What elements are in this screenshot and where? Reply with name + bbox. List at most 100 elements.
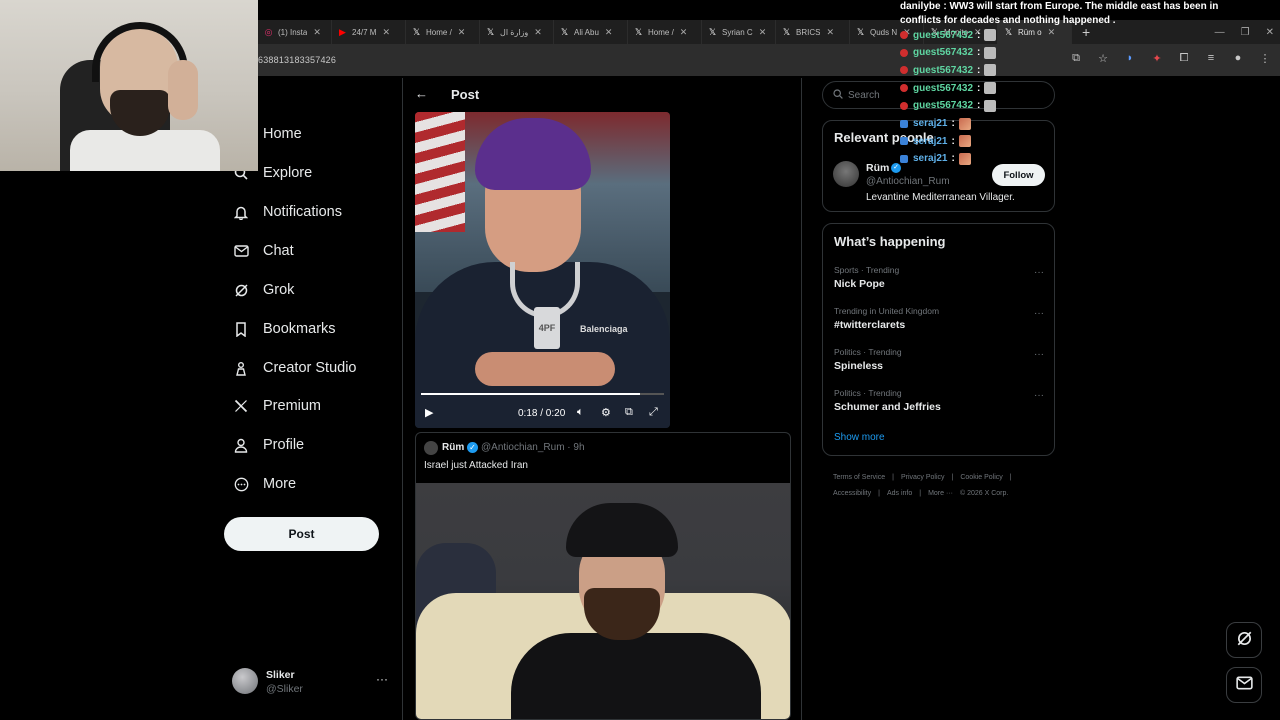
- messages-floating-button[interactable]: [1226, 667, 1262, 703]
- close-tab-icon[interactable]: ✕: [382, 27, 390, 38]
- tab-title: Home /: [648, 27, 674, 37]
- quoted-post[interactable]: Rüm ✓ @Antiochian_Rum · 9h Israel just A…: [415, 432, 791, 720]
- cast-icon[interactable]: ⧉: [1069, 52, 1083, 65]
- video-progress-bar[interactable]: [421, 393, 664, 395]
- extension-audio-icon[interactable]: ◗: [1123, 52, 1137, 65]
- nav-label-premium: Premium: [263, 398, 322, 414]
- close-tab-icon[interactable]: ✕: [313, 27, 321, 38]
- chat-emote-icon: [984, 82, 997, 95]
- back-arrow-icon[interactable]: ←: [415, 86, 428, 101]
- nav-item-bookmarks[interactable]: Bookmarks: [224, 314, 336, 344]
- quote-author-handle[interactable]: @Antiochian_Rum · 9h: [481, 442, 585, 453]
- browser-tab[interactable]: 𝕏 وزارة ال ✕: [480, 20, 554, 44]
- relevant-person-name[interactable]: Rüm: [866, 162, 889, 174]
- trend-item[interactable]: Politics · Trending Spineless ···: [834, 347, 1044, 383]
- close-window-icon[interactable]: ✕: [1266, 27, 1274, 38]
- account-switcher[interactable]: Sliker @Sliker ···: [230, 668, 390, 698]
- relevant-person-handle[interactable]: @Antiochian_Rum: [866, 176, 950, 187]
- trend-item[interactable]: Sports · Trending Nick Pope ···: [834, 265, 1044, 301]
- chat-username[interactable]: seraj21: [913, 118, 947, 129]
- chat-username[interactable]: guest567432: [913, 83, 973, 94]
- trend-item[interactable]: Trending in United Kingdom #twitterclare…: [834, 306, 1044, 342]
- nav-item-profile[interactable]: Profile: [224, 430, 304, 460]
- browser-tab[interactable]: ▶ 24/7 M ✕: [332, 20, 406, 44]
- restore-icon[interactable]: ❐: [1241, 27, 1250, 38]
- video-time: 0:18 / 0:20: [518, 408, 566, 419]
- quote-avatar[interactable]: [424, 441, 438, 455]
- chat-username[interactable]: guest567432: [913, 100, 973, 111]
- play-icon[interactable]: ▶: [425, 406, 433, 419]
- footer-copyright: © 2026 X Corp.: [959, 490, 1009, 497]
- close-tab-icon[interactable]: ✕: [759, 27, 767, 38]
- close-tab-icon[interactable]: ✕: [605, 27, 613, 38]
- footer-link[interactable]: Terms of Service: [833, 474, 885, 481]
- nav-item-creator-studio[interactable]: Creator Studio: [224, 353, 357, 383]
- instagram-icon: ◎: [264, 26, 273, 37]
- post-button[interactable]: Post: [224, 517, 379, 551]
- more-horizontal-icon[interactable]: ···: [1034, 390, 1044, 401]
- chat-username[interactable]: guest567432: [913, 47, 973, 58]
- footer-link[interactable]: Cookie Policy: [960, 474, 1002, 481]
- profile-avatar-icon[interactable]: ●: [1231, 52, 1245, 65]
- tab-search-icon[interactable]: ≡: [1204, 52, 1218, 65]
- browser-tab[interactable]: 𝕏 Ali Abu ✕: [554, 20, 628, 44]
- chat-message: guest567432:: [900, 99, 997, 113]
- account-name: Sliker: [266, 669, 295, 681]
- show-more-link[interactable]: Show more: [834, 432, 885, 443]
- fullscreen-icon[interactable]: ⤢: [649, 406, 658, 419]
- url-text[interactable]: 638813183357426: [258, 55, 336, 65]
- more-horizontal-icon[interactable]: ···: [376, 672, 388, 686]
- chat-username[interactable]: seraj21: [913, 153, 947, 164]
- nav-item-more[interactable]: More: [224, 469, 296, 499]
- more-horizontal-icon[interactable]: ···: [1034, 349, 1044, 360]
- volume-icon[interactable]: 🔈︎: [577, 406, 584, 419]
- chat-username[interactable]: seraj21: [913, 136, 947, 147]
- close-tab-icon[interactable]: ✕: [458, 27, 466, 38]
- mail-icon: [232, 242, 250, 260]
- quote-author-name[interactable]: Rüm: [442, 442, 464, 453]
- video-player[interactable]: 4PF Balenciaga ▶ 0:18 / 0:20 🔈︎ ⚙ ⧉ ⤢: [415, 112, 670, 428]
- trend-item[interactable]: Politics · Trending Schumer and Jeffries…: [834, 388, 1044, 424]
- chat-colon: :: [977, 29, 981, 41]
- minimize-icon[interactable]: —: [1215, 27, 1225, 38]
- footer-link[interactable]: More ···: [928, 490, 953, 497]
- quote-image[interactable]: [416, 483, 790, 719]
- nav-item-chat[interactable]: Chat: [224, 236, 294, 266]
- webcam-overlay: [0, 0, 258, 171]
- trend-meta: Politics · Trending: [834, 347, 902, 357]
- browser-tab[interactable]: 𝕏 Syrian C ✕: [702, 20, 776, 44]
- close-tab-icon[interactable]: ✕: [534, 27, 542, 38]
- settings-icon[interactable]: ⚙: [601, 406, 611, 419]
- footer-link[interactable]: Privacy Policy: [901, 474, 945, 481]
- follow-button[interactable]: Follow: [992, 164, 1045, 186]
- close-tab-icon[interactable]: ✕: [680, 27, 688, 38]
- chat-username[interactable]: guest567432: [913, 65, 973, 76]
- extensions-puzzle-icon[interactable]: ⧠: [1177, 52, 1191, 65]
- close-tab-icon[interactable]: ✕: [1048, 27, 1056, 38]
- nav-item-premium[interactable]: Premium: [224, 391, 321, 421]
- chat-colon: :: [977, 100, 981, 112]
- nav-item-notifications[interactable]: Notifications: [224, 197, 342, 227]
- chat-username[interactable]: guest567432: [913, 30, 973, 41]
- avatar[interactable]: [833, 161, 859, 187]
- footer-link[interactable]: Accessibility: [833, 490, 871, 497]
- browser-tab[interactable]: 𝕏 Home / ✕: [628, 20, 702, 44]
- browser-tab[interactable]: 𝕏 Home / ✕: [406, 20, 480, 44]
- x-icon: 𝕏: [486, 26, 495, 37]
- picture-in-picture-icon[interactable]: ⧉: [625, 406, 633, 419]
- x-logo-icon: [232, 397, 250, 415]
- more-horizontal-icon[interactable]: ···: [1034, 308, 1044, 319]
- close-tab-icon[interactable]: ✕: [826, 27, 834, 38]
- browser-tab[interactable]: 𝕏 BRICS ✕: [776, 20, 850, 44]
- tab-title: Home /: [426, 27, 452, 37]
- footer-link[interactable]: Ads info: [887, 490, 912, 497]
- grok-floating-button[interactable]: [1226, 622, 1262, 658]
- trend-meta: Politics · Trending: [834, 388, 902, 398]
- chat-badge-icon: [900, 66, 908, 75]
- browser-menu-icon[interactable]: ⋮: [1258, 52, 1272, 65]
- browser-tab[interactable]: ◎ (1) Insta ✕: [258, 20, 332, 44]
- extension-red-icon[interactable]: ✦: [1150, 52, 1164, 65]
- more-horizontal-icon[interactable]: ···: [1034, 267, 1044, 278]
- nav-item-grok[interactable]: Grok: [224, 275, 294, 305]
- bookmark-star-icon[interactable]: ☆: [1096, 52, 1110, 65]
